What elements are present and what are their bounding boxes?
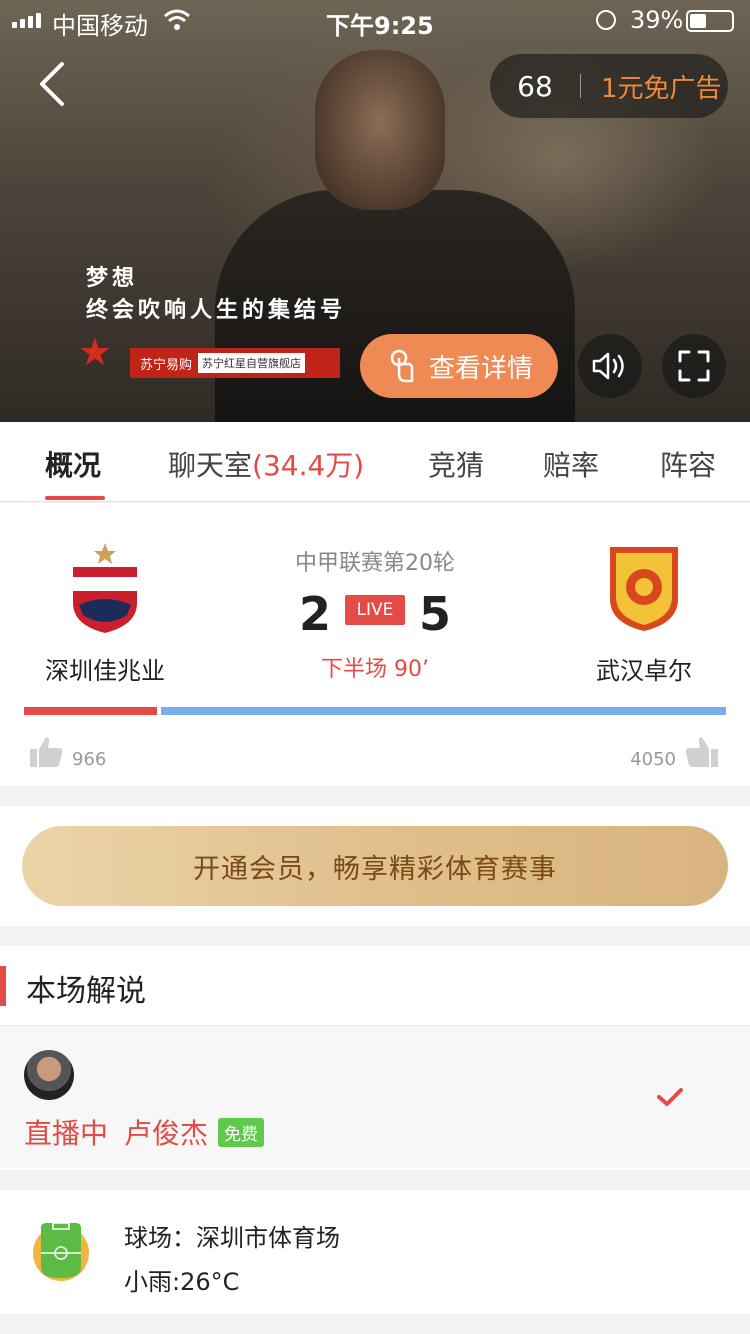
away-like-count: 4050 — [630, 749, 676, 770]
ad-skip-pill[interactable]: 68 1元免广告 — [490, 54, 728, 118]
tab-quiz[interactable]: 竞猜 — [428, 444, 484, 484]
venue-section: 球场：深圳市体育场 小雨:26°C — [0, 1190, 750, 1314]
commentator-name: 卢俊杰 — [124, 1117, 209, 1150]
commentator-live-state: 直播中 — [24, 1117, 109, 1150]
speaker-icon — [592, 352, 624, 380]
tap-hand-icon — [390, 349, 414, 383]
tab-chatroom-count: (34.4万) — [252, 449, 365, 482]
video-player[interactable]: 中国移动 下午9:25 39% 68 1元免广告 梦想 终会吹响人生的集结号 ★… — [0, 0, 750, 422]
carrier-name: 中国移动 — [52, 12, 148, 40]
tab-overview[interactable]: 概况 — [45, 444, 101, 484]
home-score: 2 — [298, 587, 331, 641]
home-team-logo[interactable] — [65, 543, 145, 635]
tab-bar: 概况 聊天室(34.4万) 竞猜 赔率 阵容 — [0, 422, 750, 502]
commentary-title: 本场解说 — [26, 974, 146, 1009]
status-time: 下午9:25 — [326, 12, 434, 40]
thumbs-up-icon-away[interactable] — [684, 735, 720, 769]
commentator-item[interactable]: 直播中 卢俊杰 免费 — [0, 1026, 750, 1168]
thumbs-up-icon[interactable] — [28, 735, 64, 769]
ad-free-link[interactable]: 1元免广告 — [581, 68, 722, 105]
commentary-section: 本场解说 直播中 卢俊杰 免费 — [0, 946, 750, 1170]
video-figure-head — [315, 50, 445, 210]
view-details-button[interactable]: 查看详情 — [360, 334, 558, 398]
commentator-avatar — [24, 1050, 74, 1100]
match-period: 下半场 90’ — [321, 657, 429, 682]
status-bar: 中国移动 下午9:25 39% — [0, 0, 750, 40]
venue-name: 球场：深圳市体育场 — [124, 1224, 340, 1252]
membership-button[interactable]: 开通会员，畅享精彩体育赛事 — [22, 826, 728, 906]
membership-section: 开通会员，畅享精彩体育赛事 — [0, 806, 750, 926]
alarm-icon — [596, 10, 616, 30]
away-team-name: 武汉卓尔 — [596, 657, 692, 685]
tab-lineup[interactable]: 阵容 — [660, 444, 716, 484]
free-badge: 免费 — [218, 1118, 264, 1147]
away-score: 5 — [418, 587, 451, 641]
tab-chatroom-label: 聊天室 — [168, 449, 253, 482]
back-arrow-icon[interactable] — [28, 56, 78, 112]
stadium-field-icon — [33, 1222, 89, 1281]
wifi-icon — [164, 9, 190, 30]
away-support-bar — [161, 707, 726, 715]
league-round: 中甲联赛第20轮 — [295, 551, 455, 576]
brand-star-logo: ★ — [77, 330, 113, 374]
home-support-bar — [24, 707, 157, 715]
ad-countdown: 68 — [517, 69, 553, 103]
match-card: 深圳佳兆业 武汉卓尔 中甲联赛第20轮 2 LIVE 5 下半场 90’ 966… — [0, 503, 750, 786]
ad-tagline-line2: 终会吹响人生的集结号 — [86, 298, 347, 323]
tab-chatroom[interactable]: 聊天室(34.4万) — [168, 444, 364, 484]
live-badge: LIVE — [345, 595, 405, 625]
active-tab-indicator — [45, 496, 105, 500]
battery-percent: 39% — [630, 6, 684, 34]
away-team-logo[interactable] — [604, 541, 684, 633]
ad-store-banner: 苏宁易购 苏宁红星自营旗舰店 — [130, 348, 340, 378]
fullscreen-icon — [678, 350, 710, 382]
commentary-header: 本场解说 — [0, 946, 750, 1026]
check-icon — [657, 1088, 683, 1106]
banner-brand: 苏宁易购 — [140, 357, 193, 373]
weather-info: 小雨:26°C — [124, 1268, 240, 1296]
banner-store: 苏宁红星自营旗舰店 — [198, 353, 306, 373]
battery-icon — [686, 10, 734, 32]
volume-button[interactable] — [578, 334, 642, 398]
home-like-count: 966 — [72, 749, 107, 770]
home-team-name: 深圳佳兆业 — [45, 657, 165, 685]
match-detail-page: 中国移动 下午9:25 39% 68 1元免广告 梦想 终会吹响人生的集结号 ★… — [0, 0, 750, 1334]
ad-tagline-line1: 梦想 — [86, 266, 139, 291]
tab-odds[interactable]: 赔率 — [543, 444, 599, 484]
view-details-label: 查看详情 — [428, 353, 533, 384]
signal-icon — [12, 13, 41, 28]
section-marker — [0, 966, 6, 1006]
fullscreen-button[interactable] — [662, 334, 726, 398]
